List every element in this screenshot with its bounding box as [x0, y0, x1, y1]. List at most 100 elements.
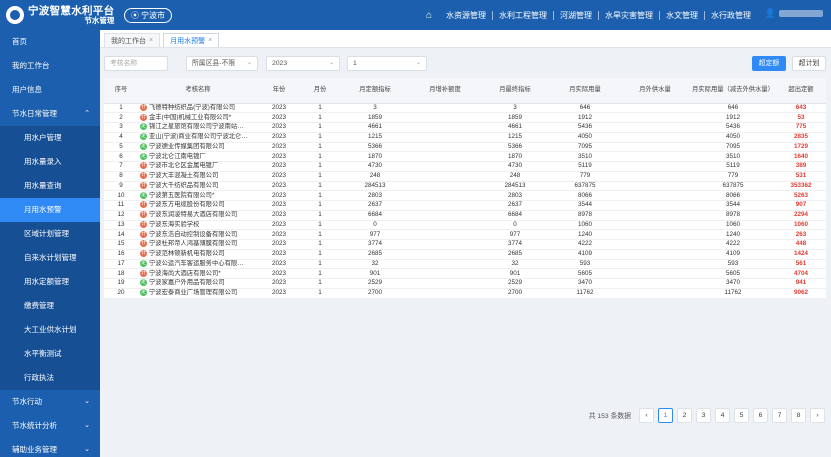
- sidebar-item[interactable]: 我的工作台: [0, 54, 100, 78]
- page-button[interactable]: 6: [753, 407, 768, 423]
- table-row[interactable]: 3 定锦江之星旅馆有限公司宁波南站… 2023 1 4661 4661 5436 5436 77…: [104, 122, 826, 133]
- over-plan-button[interactable]: 超计划: [792, 56, 826, 71]
- tab-item[interactable]: 月用水预警 ×: [163, 33, 220, 47]
- next-page-button[interactable]: ›: [810, 407, 825, 423]
- table-row[interactable]: 15 计宁波杜邦帝人鸿基薄膜有限公司 2023 1 3774 3774 4222 4222 44…: [104, 239, 826, 250]
- page-button[interactable]: 1: [658, 407, 673, 423]
- cell-final: 977: [480, 229, 550, 240]
- sidebar-item[interactable]: 辅助业务管理 ⌄: [0, 438, 100, 457]
- table-row[interactable]: 7 计宁波市北仑区金属电镀厂 2023 1 4730 4730 5119 5119 389: [104, 161, 826, 172]
- sidebar-item[interactable]: 用水量查询: [0, 174, 100, 198]
- cell-ext: [620, 220, 690, 231]
- company-name[interactable]: 宁波家嘉户外用品有限公司: [149, 279, 225, 286]
- company-name[interactable]: 宁波海尚大酒店有限公司*: [149, 270, 221, 277]
- table-row[interactable]: 20 定宁波宏泰商业广场管理有限公司 2023 1 2700 2700 11762 11762…: [104, 288, 826, 299]
- page-button[interactable]: 5: [734, 407, 749, 423]
- prev-page-button[interactable]: ‹: [639, 407, 654, 423]
- table-row[interactable]: 6 定宁波北仑江南电镀厂 2023 1 1870 1870 3510 3510 1640: [104, 151, 826, 162]
- page-button[interactable]: 4: [715, 407, 730, 423]
- company-name[interactable]: 宁波东海实验学校: [149, 221, 199, 228]
- table-row[interactable]: 9 计宁波大千纺织品有限公司 2023 1 284513 284513 637875 6378…: [104, 181, 826, 192]
- sidebar-item[interactable]: 用水户管理: [0, 126, 100, 150]
- company-name[interactable]: 宁波大千纺织品有限公司: [149, 182, 218, 189]
- company-name[interactable]: 宁波北仑江南电镀厂: [149, 153, 206, 160]
- table-row[interactable]: 18 计宁波海尚大酒店有限公司* 2023 1 901 901 5605 5605 4704: [104, 268, 826, 279]
- topnav-item[interactable]: 水利工程管理: [492, 10, 553, 20]
- cell-month: 1: [300, 181, 340, 192]
- sidebar-item[interactable]: 节水统计分析 ⌄: [0, 414, 100, 438]
- sidebar-item-label: 节水行动: [12, 397, 42, 406]
- home-icon[interactable]: ⌂: [426, 10, 432, 21]
- close-icon[interactable]: ×: [149, 37, 153, 44]
- cell-extra: [410, 171, 480, 182]
- company-name[interactable]: 宁波德业传媒集团有限公司: [149, 143, 225, 150]
- company-name[interactable]: 锦江之星旅馆有限公司宁波南站…: [149, 123, 243, 130]
- table-row[interactable]: 12 计宁波东润凌特易大酒店有限公司 2023 1 6684 6684 8978 8978 22…: [104, 210, 826, 221]
- cell-final: 4661: [480, 122, 550, 133]
- company-name[interactable]: 宁波宏泰商业广场管理有限公司: [149, 289, 237, 296]
- sidebar-item[interactable]: 用户信息: [0, 78, 100, 102]
- sidebar-item[interactable]: 用水定额管理: [0, 270, 100, 294]
- company-name[interactable]: 宁波大丰混凝土有限公司: [149, 172, 218, 179]
- page-button[interactable]: 7: [772, 407, 787, 423]
- company-name[interactable]: 宁波范林顿新机电有限公司: [149, 250, 225, 257]
- cell-year: 2023: [258, 268, 300, 279]
- company-name[interactable]: 宁波东润凌特易大酒店有限公司: [149, 211, 237, 218]
- close-icon[interactable]: ×: [208, 37, 212, 44]
- sidebar-item[interactable]: 节水日常管理 ⌃: [0, 102, 100, 126]
- topnav-item[interactable]: 河湖管理: [553, 10, 598, 20]
- page-button[interactable]: 3: [696, 407, 711, 423]
- table-row[interactable]: 11 计宁波东方电缆股份有限公司 2023 1 2637 2637 3544 3544 907: [104, 200, 826, 211]
- table-row[interactable]: 19 定宁波家嘉户外用品有限公司 2023 1 2529 2529 3470 3470 941: [104, 278, 826, 289]
- table-row[interactable]: 8 计宁波大丰混凝土有限公司 2023 1 248 248 779 779 531: [104, 171, 826, 182]
- cell-extra: [410, 210, 480, 221]
- app-logo[interactable]: 宁波智慧水利平台 节水管理: [0, 5, 120, 25]
- table-row[interactable]: 16 计宁波范林顿新机电有限公司 2023 1 2685 2685 4109 4109 1424: [104, 249, 826, 260]
- company-name[interactable]: 飞德特种纺织品(宁波)有限公司: [149, 104, 235, 111]
- topnav-item[interactable]: 水旱灾害管理: [598, 10, 659, 20]
- district-select[interactable]: 所属区县-不限 ⌄: [186, 56, 258, 71]
- sidebar-item[interactable]: 自来水计划管理: [0, 246, 100, 270]
- month-select[interactable]: 1 ⌄: [347, 56, 427, 71]
- sidebar-item[interactable]: 节水行动 ⌄: [0, 390, 100, 414]
- cell-month: 1: [300, 122, 340, 133]
- table-row[interactable]: 1 计飞德特种纺织品(宁波)有限公司 2023 1 3 3 646 646 643: [104, 103, 826, 114]
- page-button[interactable]: 8: [791, 407, 806, 423]
- over-quota-button[interactable]: 超定额: [752, 56, 786, 71]
- topnav-item[interactable]: 水文管理: [659, 10, 704, 20]
- table-row[interactable]: 14 计宁波东浩自动控制设备有限公司 2023 1 977 977 1240 1240 263: [104, 229, 826, 240]
- company-name[interactable]: 金丰(中国)机械工业有限公司*: [149, 114, 231, 121]
- company-name[interactable]: 亚山(宁波)商业有限公司宁波北仑…: [149, 133, 248, 140]
- company-name[interactable]: 宁波东浩自动控制设备有限公司: [149, 231, 237, 238]
- sidebar-item[interactable]: 缴费管理: [0, 294, 100, 318]
- sidebar-item[interactable]: 大工业供水计划: [0, 318, 100, 342]
- sidebar-item[interactable]: 月用水预警: [0, 198, 100, 222]
- table-row[interactable]: 5 定宁波德业传媒集团有限公司 2023 1 5366 5366 7095 7095 1729: [104, 142, 826, 153]
- page-button[interactable]: 2: [677, 407, 692, 423]
- user-name-redacted: [779, 10, 823, 17]
- table-row[interactable]: 17 定宁波公运汽车客运服务中心有限… 2023 1 32 32 593 593 561: [104, 259, 826, 270]
- company-name[interactable]: 宁波市北仑区金属电镀厂: [149, 162, 218, 169]
- topnav-item[interactable]: 水行政管理: [704, 10, 757, 20]
- table-row[interactable]: 4 定亚山(宁波)商业有限公司宁波北仑… 2023 1 1215 1215 4050 4050…: [104, 132, 826, 143]
- sidebar-item[interactable]: 用水量录入: [0, 150, 100, 174]
- company-name[interactable]: 宁波第五医院有限公司*: [149, 192, 214, 199]
- table-row[interactable]: 13 计宁波东海实验学校 2023 1 0 0 1060 1060 1060: [104, 220, 826, 231]
- name-search-input[interactable]: 考核名称: [104, 56, 168, 71]
- city-selector[interactable]: ⦿ 宁波市: [124, 7, 172, 23]
- cell-actual: 8066: [550, 190, 620, 201]
- table-row[interactable]: 10 定宁波第五医院有限公司* 2023 1 2803 2803 8066 8066 5263: [104, 190, 826, 201]
- sidebar-item[interactable]: 行政执法: [0, 366, 100, 390]
- year-select[interactable]: 2023 ⌄: [266, 56, 340, 71]
- sidebar-item[interactable]: 首页: [0, 30, 100, 54]
- company-name[interactable]: 宁波东方电缆股份有限公司: [149, 201, 225, 208]
- cell-no: 18: [104, 268, 138, 279]
- company-name[interactable]: 宁波公运汽车客运服务中心有限…: [149, 260, 243, 267]
- company-name[interactable]: 宁波杜邦帝人鸿基薄膜有限公司: [149, 240, 237, 247]
- tab-item[interactable]: 我的工作台 ×: [104, 33, 161, 47]
- topnav-item[interactable]: 水资源管理: [440, 11, 492, 20]
- table-row[interactable]: 2 计金丰(中国)机械工业有限公司* 2023 1 1859 1859 1912 1912 53: [104, 112, 826, 123]
- sidebar-item[interactable]: 水平衡测试: [0, 342, 100, 366]
- sidebar-item[interactable]: 区域计划管理: [0, 222, 100, 246]
- user-menu[interactable]: 👤: [765, 8, 823, 19]
